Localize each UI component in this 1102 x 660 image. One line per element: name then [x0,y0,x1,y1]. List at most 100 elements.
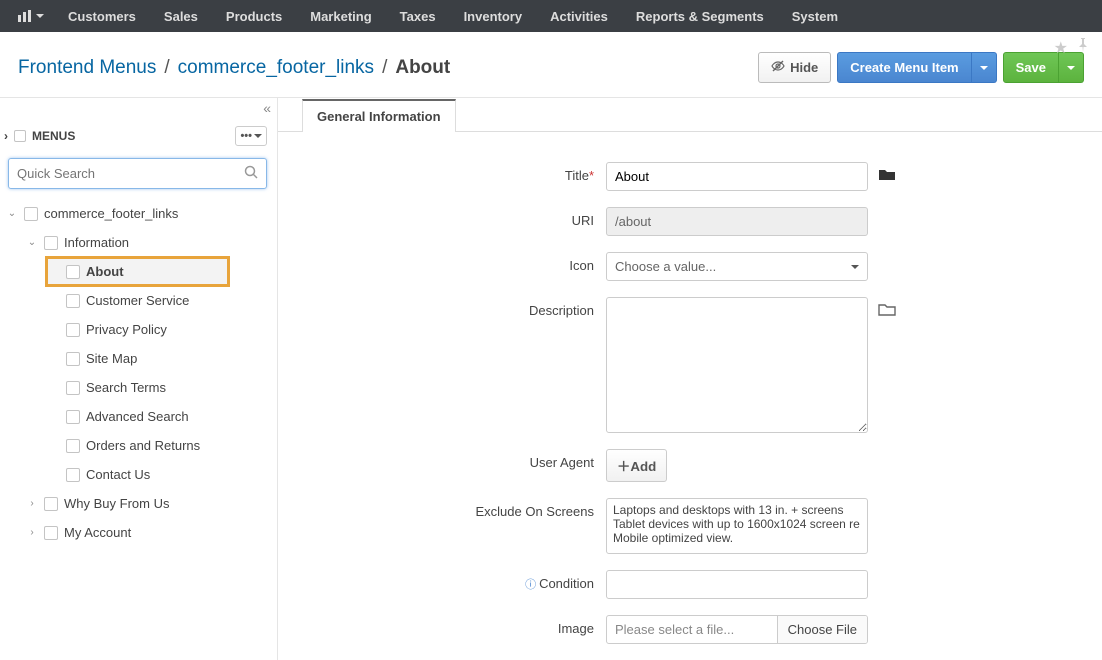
breadcrumb-current: About [395,57,450,79]
nav-customers[interactable]: Customers [54,0,150,32]
checkbox[interactable] [24,207,38,221]
tree-item-about[interactable]: About [46,257,229,286]
tree-label: Why Buy From Us [64,496,169,511]
tree-root[interactable]: ⌄ commerce_footer_links [2,199,277,228]
menu-tree: ⌄ commerce_footer_links ⌄ Information Ab… [0,199,277,547]
sidebar: « › MENUS ••• ⌄ commerce_footer_links [0,98,278,660]
hide-button[interactable]: Hide [758,52,831,83]
nav-products[interactable]: Products [212,0,296,32]
checkbox[interactable] [66,381,80,395]
checkbox[interactable] [44,526,58,540]
info-icon[interactable]: ⓘ [525,579,536,591]
exclude-screens-label: Exclude On Screens [278,498,606,519]
title-label: Title* [278,162,606,183]
tree-label: My Account [64,525,131,540]
checkbox[interactable] [66,352,80,366]
nav-activities[interactable]: Activities [536,0,622,32]
user-agent-label: User Agent [278,449,606,470]
sidebar-header: › MENUS ••• [0,120,277,152]
tree-item[interactable]: Customer Service [2,286,277,315]
checkbox[interactable] [44,497,58,511]
checkbox[interactable] [66,323,80,337]
sidebar-collapse-icon[interactable]: « [0,98,277,120]
tree-label: Advanced Search [86,409,189,424]
checkbox[interactable] [66,410,80,424]
header-actions: Hide Create Menu Item Save [758,52,1084,83]
checkbox[interactable] [14,130,26,142]
add-button[interactable]: ＋Add [606,449,667,482]
dashboard-icon[interactable] [8,10,54,22]
folder-outline-icon[interactable] [878,297,896,321]
description-textarea[interactable] [606,297,868,433]
tab-bar: General Information [278,98,1102,132]
icon-label: Icon [278,252,606,273]
create-menu-item-caret[interactable] [972,52,997,83]
main-layout: « › MENUS ••• ⌄ commerce_footer_links [0,97,1102,660]
chevron-right-icon[interactable]: › [26,498,38,509]
page-header: Frontend Menus / commerce_footer_links /… [0,32,1102,97]
ellipsis-icon: ••• [240,130,252,142]
nav-marketing[interactable]: Marketing [296,0,385,32]
tree-item[interactable]: Orders and Returns [2,431,277,460]
content: General Information Title* URI Icon [278,98,1102,660]
chevron-down-icon[interactable]: ⌄ [6,208,18,219]
tree-item[interactable]: Advanced Search [2,402,277,431]
image-file-input[interactable]: Please select a file... Choose File [606,615,868,644]
hide-button-label: Hide [790,60,818,75]
nav-reports[interactable]: Reports & Segments [622,0,778,32]
breadcrumb-sep: / [382,57,387,79]
tree-group-my-account[interactable]: › My Account [2,518,277,547]
tree-label: Contact Us [86,467,150,482]
form: Title* URI Icon Choose a valu [278,132,1102,644]
chevron-right-icon[interactable]: › [4,129,8,143]
breadcrumb-frontend-menus[interactable]: Frontend Menus [18,57,156,79]
checkbox[interactable] [44,236,58,250]
icon-placeholder: Choose a value... [615,259,716,274]
breadcrumb: Frontend Menus / commerce_footer_links /… [18,57,450,79]
tree-item[interactable]: Contact Us [2,460,277,489]
checkbox[interactable] [66,439,80,453]
tree-label: Information [64,235,129,250]
tree-group-information[interactable]: ⌄ Information [2,228,277,257]
sidebar-title: MENUS [32,129,75,143]
tree-item[interactable]: Privacy Policy [2,315,277,344]
condition-input[interactable] [606,570,868,599]
eye-slash-icon [771,60,785,75]
tree-label: Customer Service [86,293,189,308]
tree-label: Privacy Policy [86,322,167,337]
plus-icon: ＋ [617,459,630,474]
breadcrumb-commerce-footer-links[interactable]: commerce_footer_links [178,57,374,79]
favorite-star-icon[interactable]: ★ [1054,38,1068,58]
title-input[interactable] [606,162,868,191]
menu-actions-button[interactable]: ••• [235,126,267,146]
nav-sales[interactable]: Sales [150,0,212,32]
pin-icon[interactable] [1076,38,1090,58]
chevron-down-icon [851,263,859,271]
tree-item[interactable]: Search Terms [2,373,277,402]
tree-item[interactable]: Site Map [2,344,277,373]
search-input[interactable] [17,166,244,181]
icon-select[interactable]: Choose a value... [606,252,868,281]
checkbox[interactable] [66,265,80,279]
chevron-right-icon[interactable]: › [26,527,38,538]
checkbox[interactable] [66,468,80,482]
page-pin-controls: ★ [1054,38,1090,58]
tree-group-why-buy[interactable]: › Why Buy From Us [2,489,277,518]
tree-label: Search Terms [86,380,166,395]
nav-inventory[interactable]: Inventory [450,0,537,32]
quick-search[interactable] [8,158,267,189]
create-menu-item-button[interactable]: Create Menu Item [837,52,971,83]
condition-label: ⓘCondition [278,570,606,592]
folder-icon[interactable] [878,162,896,186]
tab-general-information[interactable]: General Information [302,99,456,132]
checkbox[interactable] [66,294,80,308]
nav-taxes[interactable]: Taxes [386,0,450,32]
nav-system[interactable]: System [778,0,852,32]
save-button[interactable]: Save [1003,52,1059,83]
exclude-screens-listbox[interactable]: Laptops and desktops with 13 in. + scree… [606,498,868,554]
uri-input [606,207,868,236]
chevron-down-icon[interactable]: ⌄ [26,237,38,248]
top-nav: Customers Sales Products Marketing Taxes… [0,0,1102,32]
choose-file-button[interactable]: Choose File [777,616,867,643]
tree-label: Site Map [86,351,137,366]
